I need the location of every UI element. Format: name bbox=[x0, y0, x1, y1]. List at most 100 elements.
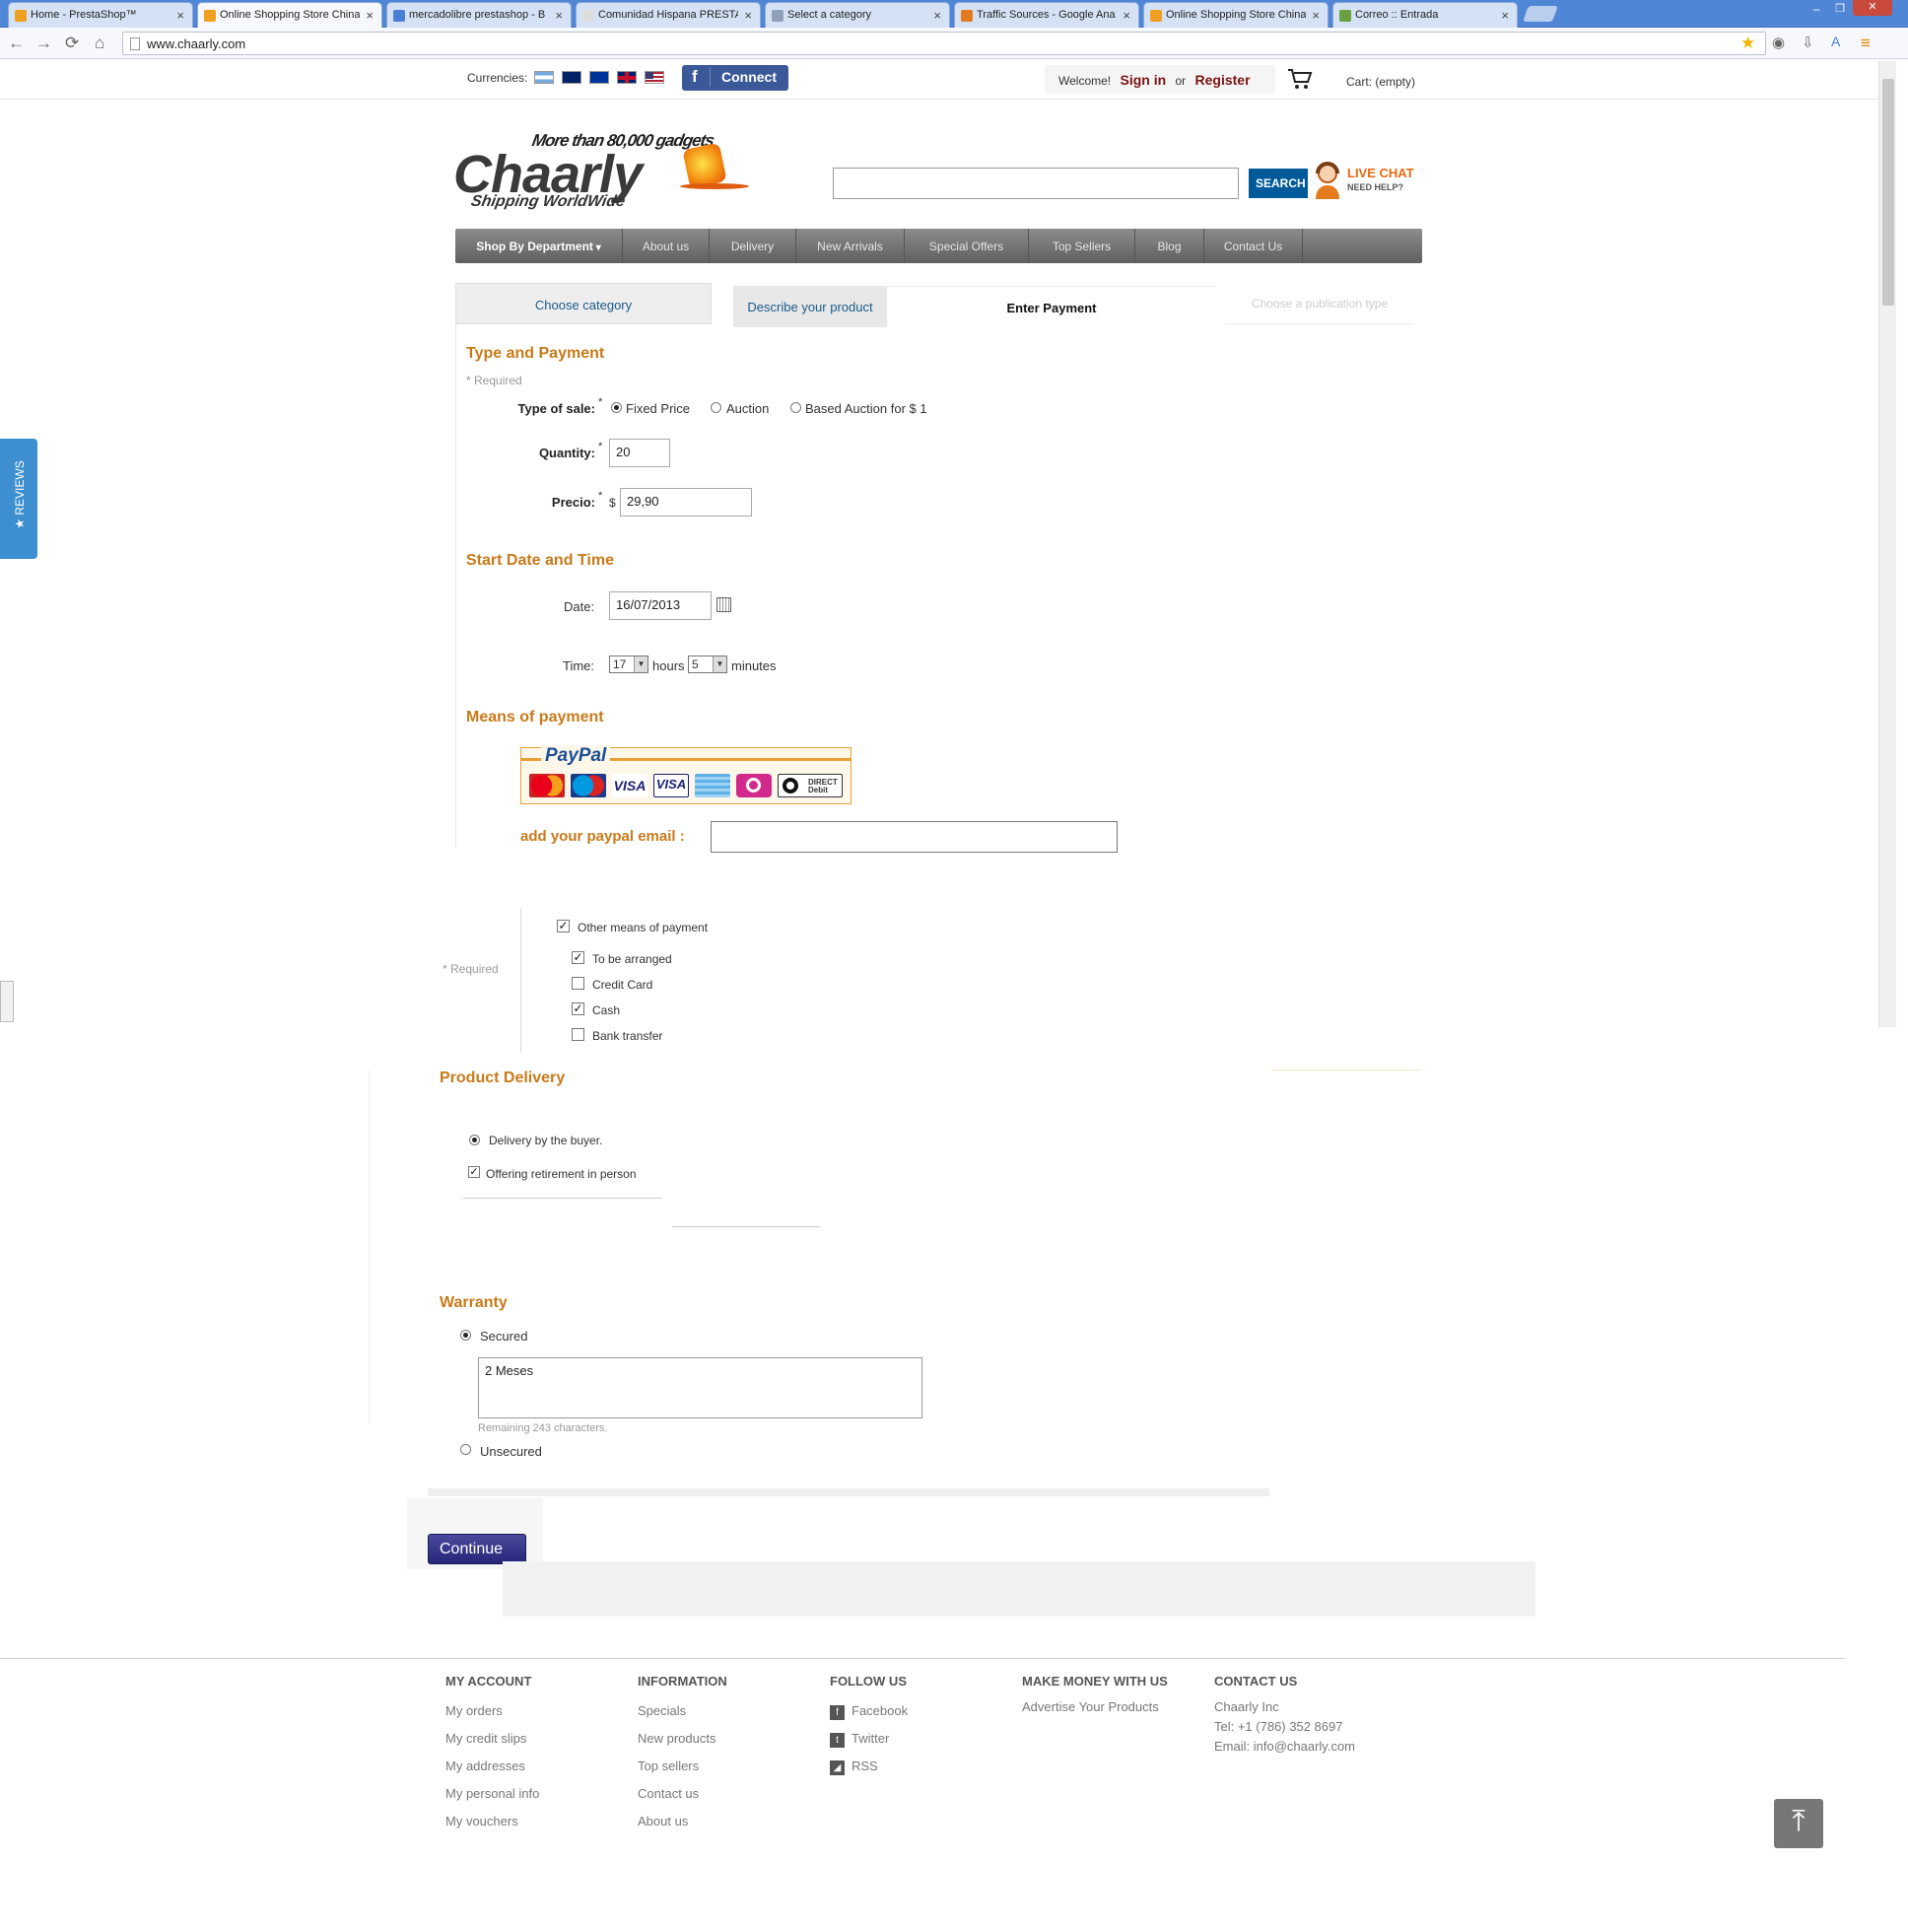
reviews-side-tab[interactable]: ★ REVIEWS bbox=[0, 439, 37, 559]
hours-select[interactable]: 17 ▼ bbox=[609, 656, 648, 673]
close-tab-icon[interactable]: × bbox=[176, 8, 184, 23]
footer-link[interactable]: My orders bbox=[445, 1703, 503, 1718]
menu-item-special-offers[interactable]: Special Offers bbox=[905, 229, 1029, 263]
menu-item-top-sellers[interactable]: Top Sellers bbox=[1029, 229, 1135, 263]
payment-option-checkbox[interactable] bbox=[572, 977, 584, 990]
facebook-icon[interactable]: f bbox=[830, 1705, 845, 1720]
footer-link[interactable]: My vouchers bbox=[445, 1814, 518, 1828]
delivery-buyer-radio[interactable] bbox=[469, 1135, 480, 1145]
price-input[interactable]: 29,90 bbox=[620, 488, 752, 517]
menu-item-blog[interactable]: Blog bbox=[1135, 229, 1204, 263]
footer-link[interactable]: New products bbox=[638, 1731, 716, 1746]
back-icon[interactable]: ← bbox=[8, 34, 25, 53]
restore-icon[interactable]: ❐ bbox=[1829, 2, 1851, 16]
close-tab-icon[interactable]: × bbox=[933, 8, 941, 23]
browser-tab[interactable]: Select a category × bbox=[765, 2, 950, 28]
side-handle[interactable] bbox=[0, 981, 14, 1022]
footer-link[interactable]: My addresses bbox=[445, 1759, 525, 1773]
payment-option-checkbox[interactable]: ✓ bbox=[572, 1002, 584, 1015]
rss-icon[interactable]: ◢ bbox=[830, 1760, 845, 1775]
payment-option-checkbox[interactable] bbox=[572, 1028, 584, 1041]
calendar-icon[interactable] bbox=[716, 597, 731, 612]
browser-tab[interactable]: Home - PrestaShop™ × bbox=[8, 2, 193, 28]
live-chat-widget[interactable]: LIVE CHAT NEED HELP? bbox=[1314, 162, 1422, 201]
warranty-textarea[interactable]: 2 Meses bbox=[478, 1357, 922, 1418]
close-tab-icon[interactable]: × bbox=[1312, 8, 1320, 23]
menu-item-shop-by-department[interactable]: Shop By Department ▾ bbox=[455, 229, 623, 263]
twitter-icon[interactable]: t bbox=[830, 1733, 845, 1748]
site-logo[interactable]: More than 80,000 gadgets Chaarly Shippin… bbox=[453, 128, 759, 217]
footer-link[interactable]: Top sellers bbox=[638, 1759, 699, 1773]
section-means-heading: Means of payment bbox=[466, 709, 604, 725]
footer-link[interactable]: My credit slips bbox=[445, 1731, 526, 1746]
unsecured-radio[interactable] bbox=[460, 1444, 471, 1455]
secured-radio[interactable] bbox=[460, 1330, 471, 1341]
paypal-email-input[interactable] bbox=[711, 821, 1118, 853]
facebook-connect-button[interactable]: f Connect bbox=[682, 65, 788, 91]
cart-status[interactable]: Cart: (empty) bbox=[1346, 75, 1415, 89]
australia-flag[interactable] bbox=[562, 71, 581, 84]
browser-tab[interactable]: Online Shopping Store China × bbox=[1143, 2, 1329, 28]
reload-icon[interactable]: ⟳ bbox=[65, 34, 79, 53]
menu-item-contact-us[interactable]: Contact Us bbox=[1204, 229, 1303, 263]
footer-link[interactable]: Contact us bbox=[638, 1786, 699, 1801]
auction-radio[interactable] bbox=[711, 402, 721, 413]
extension-icon[interactable]: ◉ bbox=[1772, 34, 1785, 51]
us-flag[interactable] bbox=[645, 71, 664, 84]
step-describe-product[interactable]: Describe your product bbox=[733, 286, 887, 327]
fixed-price-radio[interactable] bbox=[611, 402, 622, 413]
footer-link[interactable]: Twitter bbox=[852, 1731, 889, 1746]
footer-link[interactable]: RSS bbox=[852, 1759, 878, 1773]
menu-item-new-arrivals[interactable]: New Arrivals bbox=[796, 229, 905, 263]
sign-in-link[interactable]: Sign in bbox=[1120, 72, 1166, 88]
forward-icon[interactable]: → bbox=[35, 34, 52, 53]
close-tab-icon[interactable]: × bbox=[1501, 8, 1509, 23]
continue-button[interactable]: Continue bbox=[428, 1534, 526, 1564]
footer-link[interactable]: Specials bbox=[638, 1703, 686, 1718]
quantity-input[interactable]: 20 bbox=[609, 439, 670, 467]
menu-item-about-us[interactable]: About us bbox=[623, 229, 710, 263]
translate-icon[interactable]: A bbox=[1831, 34, 1840, 49]
retirement-checkbox[interactable]: ✓ bbox=[468, 1166, 480, 1178]
browser-tab[interactable]: Traffic Sources - Google Ana × bbox=[954, 2, 1139, 28]
based-auction-radio[interactable] bbox=[790, 402, 801, 413]
register-link[interactable]: Register bbox=[1195, 72, 1251, 88]
other-means-checkbox[interactable]: ✓ bbox=[557, 920, 570, 932]
home-icon[interactable]: ⌂ bbox=[95, 34, 104, 53]
star-icon[interactable]: ★ bbox=[1740, 34, 1755, 53]
menu-item-delivery[interactable]: Delivery bbox=[710, 229, 796, 263]
search-button[interactable]: SEARCH bbox=[1249, 169, 1308, 198]
back-to-top-button[interactable]: ⤒ bbox=[1774, 1799, 1823, 1848]
menu-icon[interactable]: ≡ bbox=[1861, 34, 1871, 53]
minutes-select[interactable]: 5 ▼ bbox=[688, 656, 727, 673]
minimize-icon[interactable]: – bbox=[1806, 2, 1827, 16]
close-window-icon[interactable]: ✕ bbox=[1853, 0, 1892, 16]
payment-option-checkbox[interactable]: ✓ bbox=[572, 951, 584, 964]
scrollbar-thumb[interactable] bbox=[1882, 79, 1894, 306]
date-input[interactable]: 16/07/2013 bbox=[609, 591, 712, 620]
eu-flag[interactable] bbox=[589, 71, 609, 84]
close-tab-icon[interactable]: × bbox=[366, 8, 374, 23]
cart-icon[interactable] bbox=[1287, 67, 1313, 91]
footer-link[interactable]: Advertise Your Products bbox=[1022, 1699, 1159, 1714]
download-icon[interactable]: ⇩ bbox=[1802, 34, 1814, 51]
close-tab-icon[interactable]: × bbox=[744, 8, 752, 23]
step-choose-category[interactable]: Choose category bbox=[455, 283, 712, 324]
vertical-scrollbar[interactable] bbox=[1878, 61, 1896, 1027]
url-field[interactable]: www.chaarly.com bbox=[122, 32, 1766, 55]
argentina-flag[interactable] bbox=[534, 71, 554, 84]
browser-tab[interactable]: mercadolibre prestashop - B × bbox=[386, 2, 572, 28]
close-tab-icon[interactable]: × bbox=[1123, 8, 1130, 23]
uk-flag[interactable] bbox=[617, 71, 637, 84]
browser-tab[interactable]: Comunidad Hispana PRESTA × bbox=[576, 2, 761, 28]
browser-tab[interactable]: Correo :: Entrada × bbox=[1332, 2, 1518, 28]
new-tab-button[interactable] bbox=[1523, 6, 1558, 22]
close-tab-icon[interactable]: × bbox=[555, 8, 563, 23]
step-enter-payment[interactable]: Enter Payment bbox=[887, 286, 1216, 327]
browser-tab[interactable]: Online Shopping Store China × bbox=[197, 2, 382, 29]
search-input[interactable] bbox=[833, 168, 1239, 199]
step-publication-type[interactable]: Choose a publication type bbox=[1226, 283, 1413, 324]
footer-link[interactable]: My personal info bbox=[445, 1786, 539, 1801]
footer-link[interactable]: Facebook bbox=[852, 1703, 908, 1718]
footer-link[interactable]: About us bbox=[638, 1814, 688, 1828]
